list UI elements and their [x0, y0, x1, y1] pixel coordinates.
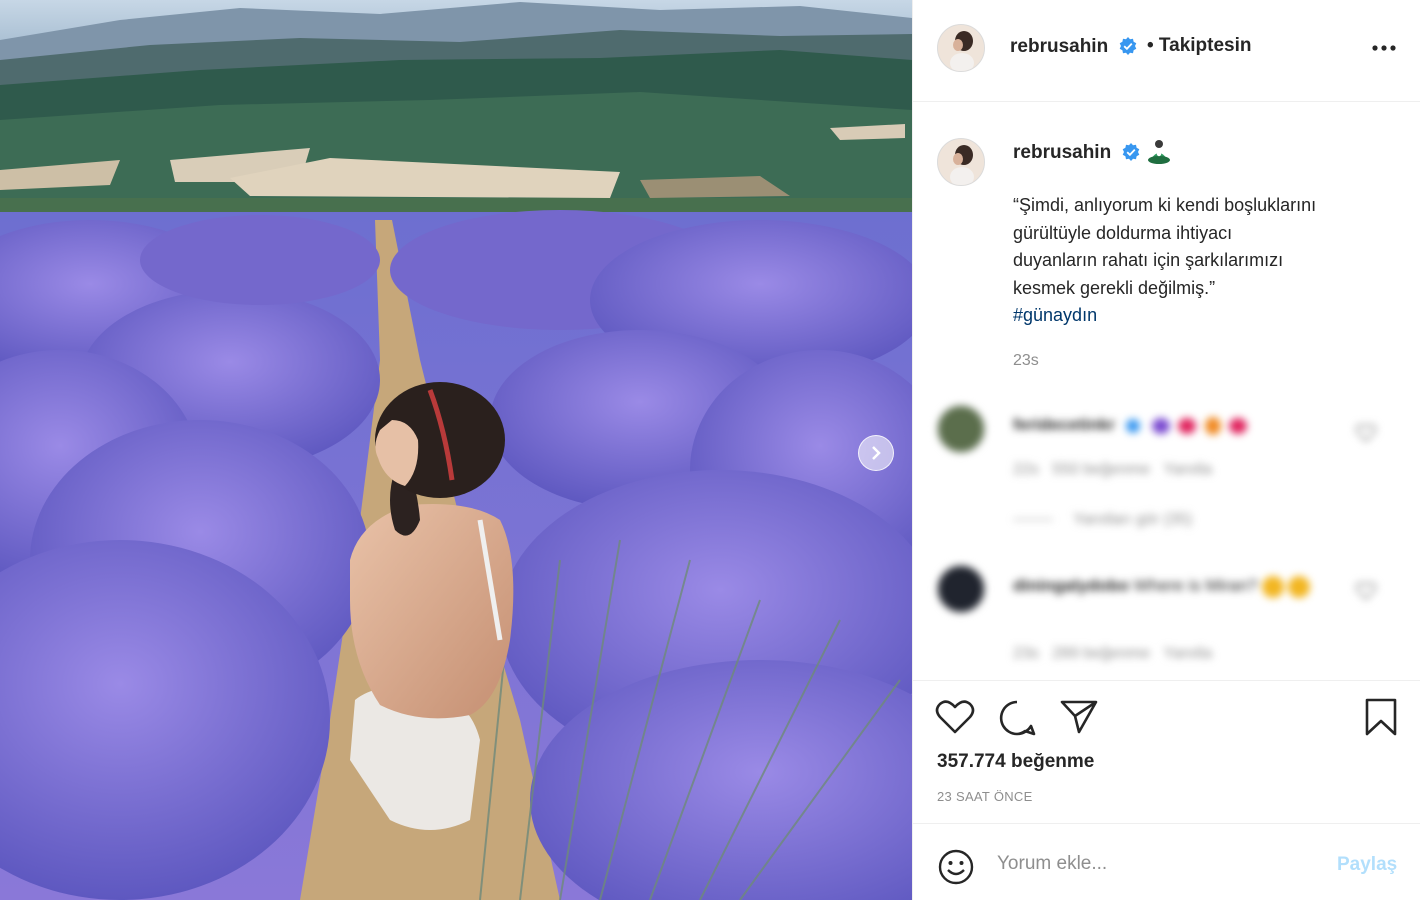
- post-actions: 357.774 beğenme 23 SAAT ÖNCE: [913, 680, 1420, 823]
- caption-line: kesmek gerekli değilmiş.”: [1013, 277, 1216, 298]
- post-header: rebrusahin • Takiptesin: [913, 0, 1420, 102]
- comment-username[interactable]: feridecetinkr: [1013, 415, 1115, 434]
- comment-like-icon[interactable]: [1355, 581, 1377, 601]
- smile-emoji-icon: [1261, 575, 1284, 598]
- comment-like-icon[interactable]: [1355, 423, 1377, 443]
- comment-likes[interactable]: 550 beğenme: [1052, 461, 1150, 478]
- caption-timestamp[interactable]: 23s: [1013, 352, 1039, 370]
- comment-time[interactable]: 23s: [1013, 645, 1039, 662]
- like-count[interactable]: 357.774 beğenme: [937, 751, 1094, 773]
- avatar-image: [938, 139, 984, 185]
- smile-emoji-icon: [1288, 575, 1311, 598]
- comment-meta: 23s 289 beğenme Yanıtla: [1013, 645, 1212, 663]
- comment-bubble-icon[interactable]: [997, 699, 1037, 737]
- avatar-image: [938, 25, 984, 71]
- caption-line: gürültüyle doldurma ihtiyacı: [1013, 222, 1233, 243]
- comment-meta: 22s 550 beğenme Yanıtla: [1013, 461, 1212, 479]
- post-photo[interactable]: [0, 0, 912, 900]
- chevron-right-icon: [872, 446, 881, 460]
- commenter-avatar[interactable]: [937, 565, 985, 613]
- post-comment-button[interactable]: Paylaş: [1337, 854, 1397, 876]
- comment-body: diningalydobo Where is Miran?: [1013, 571, 1333, 602]
- author-avatar[interactable]: [937, 24, 985, 72]
- more-options-icon[interactable]: [1369, 38, 1399, 58]
- post-caption: “Şimdi, anlıyorum ki kendi boşluklarını …: [1013, 192, 1393, 330]
- commenter-avatar[interactable]: [937, 405, 985, 453]
- red-heart-emoji-icon: [1178, 417, 1197, 434]
- author-username[interactable]: rebrusahin: [1010, 36, 1108, 58]
- verified-badge-icon: [1125, 418, 1140, 433]
- comment-time[interactable]: 22s: [1013, 461, 1039, 478]
- carousel-next-button[interactable]: [858, 435, 894, 471]
- paper-plane-icon[interactable]: [1059, 699, 1099, 735]
- emoji-meditation-icon: [1148, 140, 1170, 164]
- comment-composer: Paylaş: [913, 823, 1420, 900]
- follow-status[interactable]: • Takiptesin: [1147, 35, 1252, 57]
- comment-username[interactable]: diningalydobo: [1013, 576, 1129, 595]
- fire-emoji-icon: [1204, 416, 1221, 435]
- hashtag-link[interactable]: #günaydın: [1013, 302, 1393, 330]
- view-replies-label[interactable]: Yanıtları gör (35): [1073, 511, 1192, 528]
- comment-likes[interactable]: 289 beğenme: [1052, 645, 1150, 662]
- caption-line: duyanların rahatı için şarkılarımızı: [1013, 250, 1284, 270]
- verified-badge-icon: [1122, 143, 1140, 161]
- view-replies[interactable]: Yanıtları gör (35): [1013, 511, 1192, 529]
- bookmark-icon[interactable]: [1363, 697, 1399, 737]
- comment-input[interactable]: [995, 848, 1299, 880]
- comment-reply-button[interactable]: Yanıtla: [1163, 461, 1212, 478]
- caption-line: “Şimdi, anlıyorum ki kendi boşluklarını: [1013, 195, 1317, 215]
- caption-username[interactable]: rebrusahin: [1013, 142, 1111, 164]
- lavender-field-image: [0, 0, 912, 900]
- replies-divider: [1013, 519, 1053, 521]
- post-side-panel: rebrusahin • Takiptesin rebrusahin “Şimd…: [912, 0, 1420, 900]
- verified-badge-icon: [1119, 37, 1137, 55]
- comment-body: feridecetinkr: [1013, 415, 1248, 435]
- post-timestamp[interactable]: 23 SAAT ÖNCE: [937, 789, 1033, 804]
- heart-icon[interactable]: [935, 699, 975, 735]
- red-heart-emoji-icon: [1229, 417, 1248, 434]
- purple-heart-emoji-icon: [1151, 417, 1170, 434]
- comment-reply-button[interactable]: Yanıtla: [1163, 645, 1212, 662]
- emoji-smile-icon[interactable]: [937, 848, 975, 886]
- comment-text: Where is Miran?: [1133, 576, 1258, 595]
- caption-author-avatar[interactable]: [937, 138, 985, 186]
